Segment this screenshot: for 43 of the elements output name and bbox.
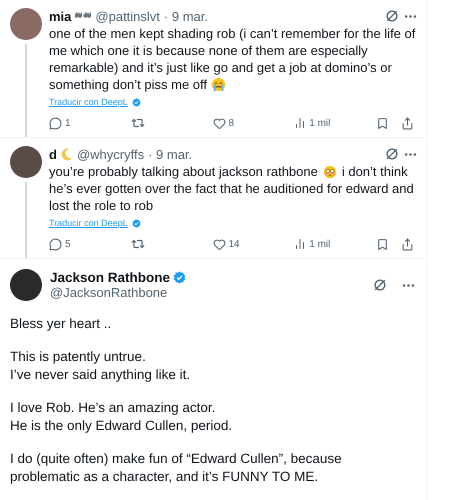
- reply-button[interactable]: 1: [49, 116, 89, 130]
- post-paragraph: Bless yer heart ..: [10, 315, 112, 333]
- heart-icon[interactable]: [212, 116, 226, 130]
- post-paragraph: I love Rob. He’s an amazing actor. He is the only Edward Cullen, period.: [10, 399, 234, 435]
- avatar[interactable]: [10, 146, 42, 178]
- post-date[interactable]: · 9 mar.: [164, 8, 208, 24]
- slashed-circle-icon[interactable]: [385, 9, 399, 23]
- user-name[interactable]: Jackson Rathbone: [50, 270, 170, 285]
- like-button[interactable]: 14: [212, 238, 252, 250]
- post-text: one of the men kept shading rob (i can’t remember for the life of me which one it is because none of them are especially remarkable) and it’s just like go and get a job at domino’s or something don’t piss me off: [49, 25, 416, 93]
- bookmark-icon[interactable]: [376, 238, 389, 250]
- user-handle[interactable]: @pattinslvt: [95, 8, 160, 24]
- user-handle[interactable]: @whycryffs: [76, 146, 144, 162]
- post-text: you’re probably talking about jackson rathbone i don’t think he’s ever gotten over the fact that he auditioned for edward and lost the role to rob: [49, 163, 415, 214]
- badge-icon: [132, 98, 141, 106]
- avatar[interactable]: [10, 269, 42, 301]
- crying-face-icon: [210, 77, 226, 92]
- heart-icon[interactable]: [212, 238, 226, 250]
- bookmark-icon[interactable]: [376, 116, 389, 130]
- moon-icon: [60, 148, 73, 160]
- slashed-circle-icon[interactable]: [385, 147, 399, 161]
- share-icon[interactable]: [401, 116, 414, 130]
- comment-icon[interactable]: [49, 116, 62, 130]
- post-paragraph: This is patently untrue. I’ve never said anything like it.: [10, 348, 192, 384]
- bar-chart-icon[interactable]: [294, 238, 306, 250]
- repost-icon[interactable]: [130, 116, 145, 130]
- post-paragraph: I do (quite often) make fun of “Edward Cullen”, because problematic as a character, and it’s FUNNY TO ME.: [10, 450, 343, 486]
- like-button[interactable]: 8: [212, 116, 252, 130]
- post-date[interactable]: · 9 mar.: [148, 146, 192, 162]
- reply-button[interactable]: 5: [49, 238, 89, 250]
- share-icon[interactable]: [401, 238, 414, 250]
- slashed-circle-icon[interactable]: [373, 278, 387, 292]
- badge-icon: [132, 218, 141, 228]
- views-button[interactable]: 1 mil: [294, 117, 334, 129]
- bats-icon: [75, 12, 92, 20]
- flushed-face-icon: [322, 165, 337, 179]
- repost-icon[interactable]: [130, 237, 145, 251]
- bar-chart-icon[interactable]: [294, 117, 306, 129]
- user-handle[interactable]: @JacksonRathbone: [50, 285, 365, 300]
- user-name[interactable]: mia: [49, 8, 72, 24]
- views-button[interactable]: 1 mil: [294, 238, 334, 250]
- comment-icon[interactable]: [49, 238, 62, 250]
- user-name[interactable]: d: [49, 146, 57, 162]
